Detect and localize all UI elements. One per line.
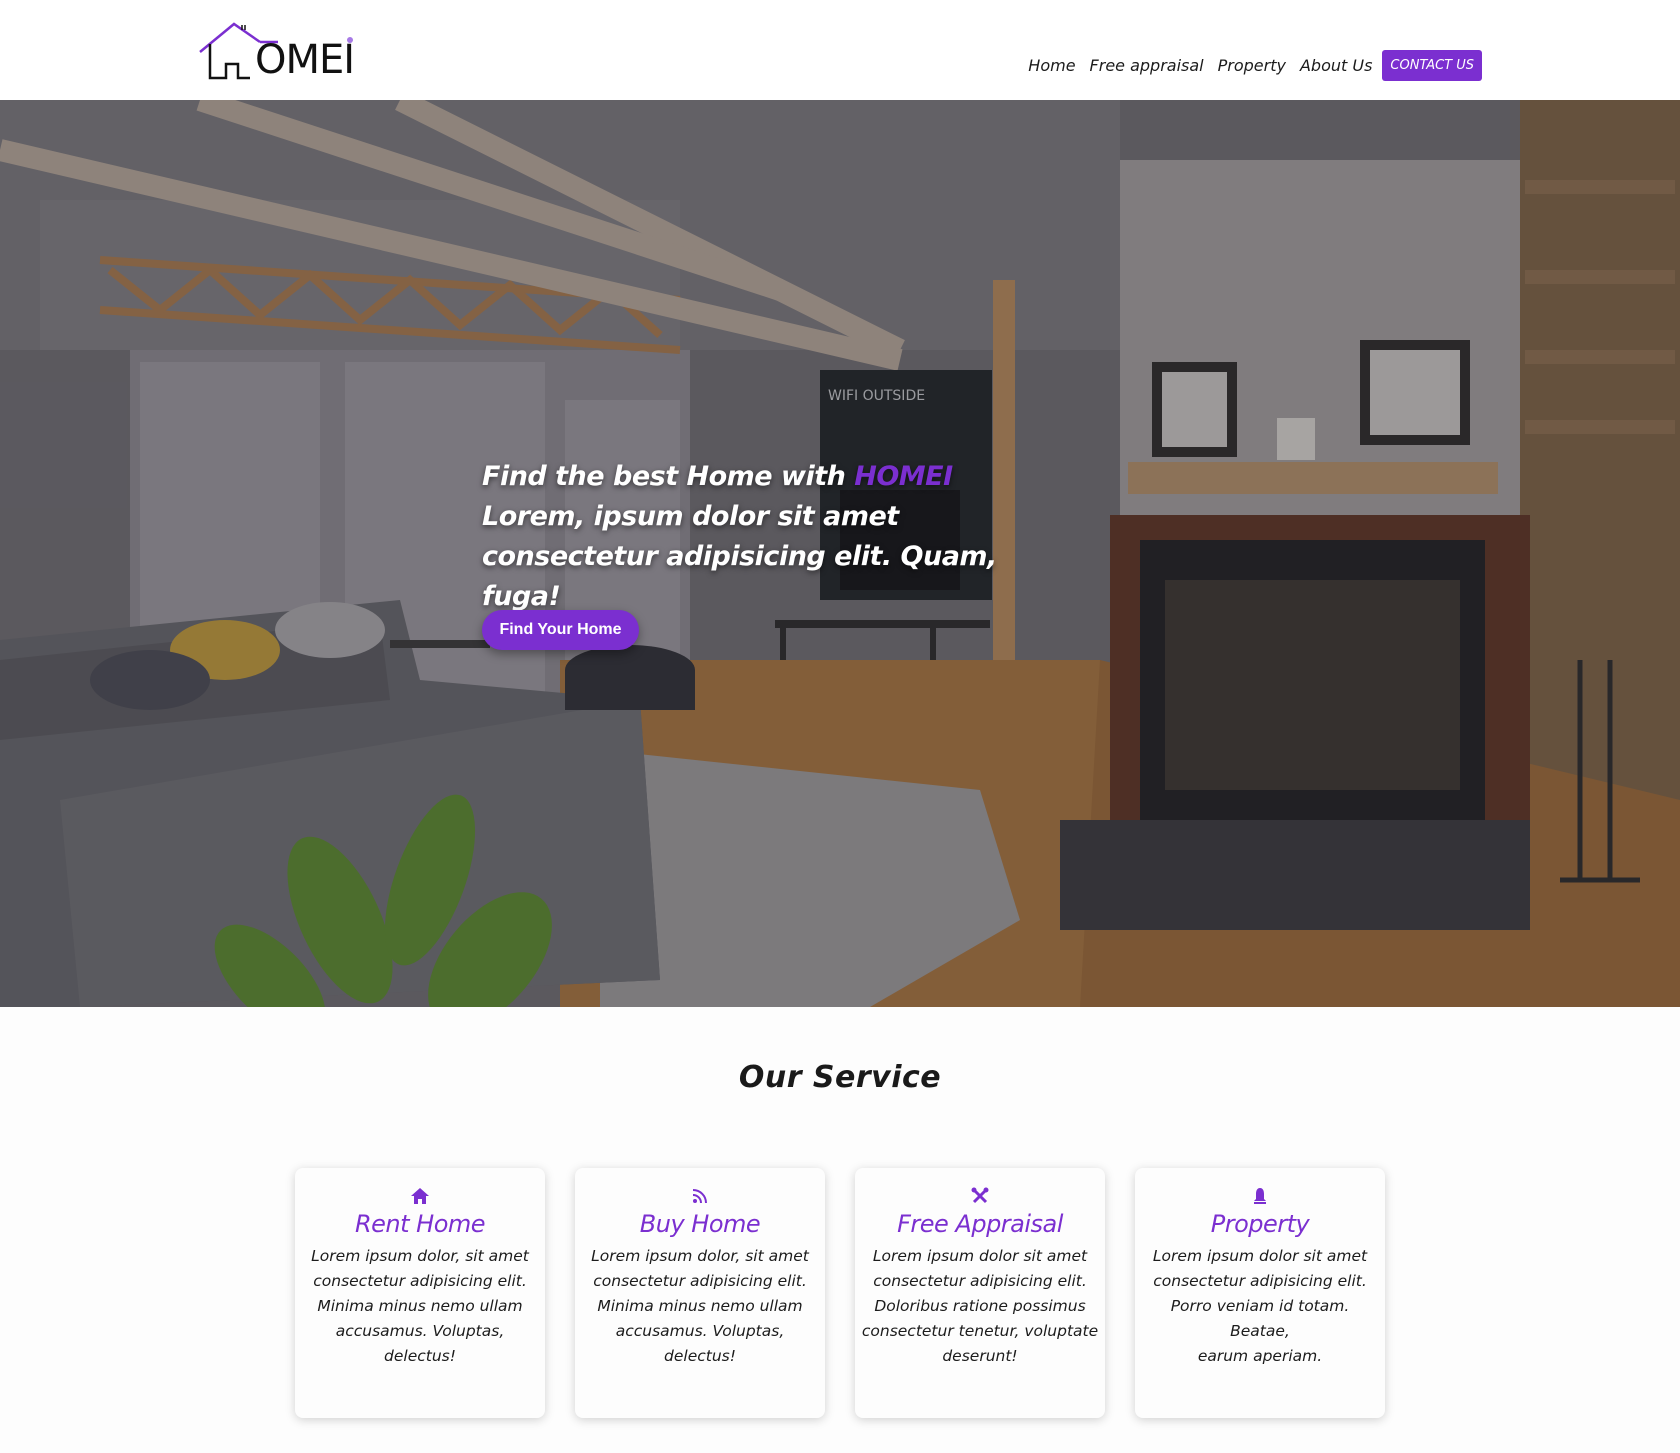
service-card-line: Lorem ipsum dolor, sit amet — [311, 1247, 529, 1265]
hero-line-1: Find the best Home with HOMEI — [482, 457, 1082, 497]
service-card-line: accusamus. Voluptas, — [615, 1322, 785, 1340]
logo-text: OMEI — [255, 37, 355, 83]
service-card-line: Doloribus ratione possimus — [874, 1297, 1086, 1315]
service-card-title: Buy Home — [639, 1210, 761, 1238]
service-card-buy-home[interactable]: Buy Home Lorem ipsum dolor, sit amet con… — [575, 1168, 825, 1418]
hero-line-3: consectetur adipisicing elit. Quam, fuga… — [482, 541, 997, 612]
service-card-line: earum aperiam. — [1197, 1347, 1323, 1365]
service-card-text: Lorem ipsum dolor sit amet consectetur a… — [1141, 1244, 1379, 1369]
service-card-line: Porro veniam id totam. Beatae, — [1170, 1297, 1350, 1340]
nav-link-about-us[interactable]: About Us — [1300, 56, 1372, 75]
hero-banner: WIFI OUTSIDE Find the best Home with HOM… — [0, 100, 1680, 1007]
hero-headline-brand: HOMEI — [854, 461, 953, 492]
service-card-line: delectus! — [664, 1347, 736, 1365]
service-card-free-appraisal[interactable]: Free Appraisal Lorem ipsum dolor sit ame… — [855, 1168, 1105, 1418]
find-your-home-button[interactable]: Find Your Home — [482, 610, 639, 650]
hero-line-2: Lorem, ipsum dolor sit amet — [482, 501, 899, 532]
service-card-line: consectetur adipisicing elit. — [313, 1272, 527, 1290]
service-card-line: consectetur adipisicing elit. — [873, 1272, 1087, 1290]
service-card-line: consectetur adipisicing elit. — [1153, 1272, 1367, 1290]
contact-us-button[interactable]: CONTACT US — [1382, 49, 1482, 81]
service-card-line: Lorem ipsum dolor, sit amet — [591, 1247, 809, 1265]
services-cards: Rent Home Lorem ipsum dolor, sit amet co… — [295, 1168, 1385, 1418]
nav-link-home[interactable]: Home — [1028, 56, 1075, 75]
service-card-title: Property — [1210, 1210, 1310, 1238]
service-card-text: Lorem ipsum dolor, sit amet consectetur … — [581, 1244, 819, 1369]
service-card-text: Lorem ipsum dolor, sit amet consectetur … — [301, 1244, 539, 1369]
nav-link-property[interactable]: Property — [1218, 56, 1286, 75]
service-card-title: Rent Home — [354, 1210, 486, 1238]
service-card-line: consectetur adipisicing elit. — [593, 1272, 807, 1290]
rss-icon — [575, 1186, 825, 1206]
nav-links: Home Free appraisal Property About Us CO… — [1028, 49, 1482, 81]
logo-dot-icon — [347, 37, 353, 43]
service-card-rent-home[interactable]: Rent Home Lorem ipsum dolor, sit amet co… — [295, 1168, 545, 1418]
tools-icon — [855, 1186, 1105, 1206]
bell-icon — [1135, 1186, 1385, 1206]
service-card-line: Lorem ipsum dolor sit amet — [1152, 1247, 1368, 1265]
service-card-text: Lorem ipsum dolor sit amet consectetur a… — [861, 1244, 1099, 1369]
nav-link-free-appraisal[interactable]: Free appraisal — [1090, 56, 1204, 75]
service-card-line: Minima minus nemo ullam — [597, 1297, 803, 1315]
service-card-line: consectetur tenetur, voluptate — [861, 1322, 1099, 1340]
navbar: OMEI Home Free appraisal Property About … — [0, 0, 1680, 100]
service-card-line: Minima minus nemo ullam — [317, 1297, 523, 1315]
hero-headline-prefix: Find the best Home with — [482, 461, 855, 492]
logo[interactable]: OMEI — [198, 20, 358, 86]
service-card-line: accusamus. Voluptas, — [335, 1322, 505, 1340]
service-card-line: Lorem ipsum dolor sit amet — [872, 1247, 1088, 1265]
service-card-line: delectus! — [384, 1347, 456, 1365]
service-card-property[interactable]: Property Lorem ipsum dolor sit amet cons… — [1135, 1168, 1385, 1418]
service-card-title: Free Appraisal — [897, 1210, 1063, 1238]
services-title: Our Service — [738, 1060, 942, 1095]
service-card-line: deserunt! — [942, 1347, 1018, 1365]
home-icon — [295, 1186, 545, 1206]
hero-headline: Find the best Home with HOMEI Lorem, ips… — [482, 457, 1082, 617]
